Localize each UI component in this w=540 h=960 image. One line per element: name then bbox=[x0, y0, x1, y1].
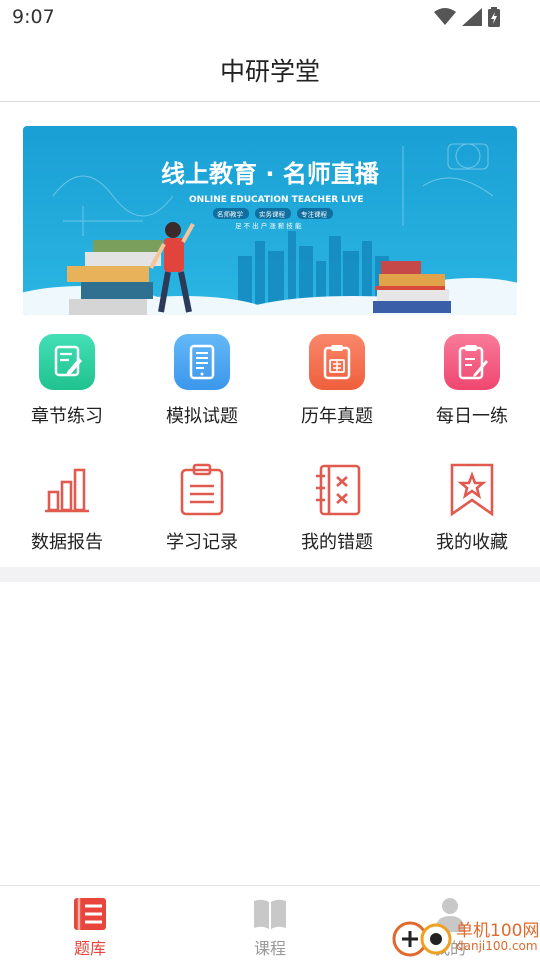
feature-label: 我的收藏 bbox=[436, 532, 508, 553]
section-divider bbox=[0, 567, 540, 582]
banner-tag: 专注课程 bbox=[301, 210, 328, 219]
promo-banner[interactable]: 线上教育 · 名师直播 ONLINE EDUCATION TEACHER LIV… bbox=[23, 126, 517, 315]
tablet-doc-icon bbox=[174, 334, 230, 390]
status-time: 9:07 bbox=[12, 6, 55, 28]
title-bar: 中研学堂 bbox=[0, 36, 540, 102]
banner-headline: 线上教育 · 名师直播 bbox=[161, 160, 380, 188]
clipboard-zhen-icon bbox=[309, 334, 365, 390]
feature-label: 模拟试题 bbox=[166, 406, 238, 427]
tab-label: 课程 bbox=[253, 939, 286, 958]
feature-study-record[interactable]: 学习记录 bbox=[142, 462, 262, 562]
star-bookmark-icon bbox=[444, 462, 500, 518]
bar-chart-icon bbox=[39, 462, 95, 518]
feature-label: 历年真题 bbox=[301, 406, 373, 427]
watermark-url: danji100.com bbox=[456, 939, 538, 953]
watermark-logo-icon bbox=[392, 921, 452, 957]
banner-tags: 名师教学 实务课程 专注课程 bbox=[213, 208, 333, 219]
feature-label: 我的错题 bbox=[301, 532, 373, 553]
feature-wrong-questions[interactable]: 我的错题 bbox=[277, 462, 397, 562]
battery-icon bbox=[488, 7, 500, 27]
status-icons bbox=[434, 7, 500, 27]
banner-subtitle: ONLINE EDUCATION TEACHER LIVE bbox=[189, 195, 363, 205]
feature-label: 章节练习 bbox=[31, 406, 103, 427]
open-book-icon bbox=[251, 895, 289, 933]
feature-label: 学习记录 bbox=[166, 532, 238, 553]
pencil-note-icon bbox=[39, 334, 95, 390]
feature-label: 每日一练 bbox=[436, 406, 508, 427]
feature-chapter-practice[interactable]: 章节练习 bbox=[7, 334, 127, 434]
watermark-text: 单机100网 bbox=[456, 921, 540, 941]
feature-daily-practice[interactable]: 每日一练 bbox=[412, 334, 532, 434]
question-bank-icon bbox=[71, 895, 109, 933]
wifi-icon bbox=[434, 8, 456, 25]
feature-data-report[interactable]: 数据报告 bbox=[7, 462, 127, 562]
watermark: 单机100网 danji100.com bbox=[392, 913, 540, 960]
tab-label: 题库 bbox=[73, 939, 106, 958]
banner-tag: 名师教学 bbox=[217, 210, 244, 219]
feature-label: 数据报告 bbox=[31, 532, 103, 553]
feature-favorites[interactable]: 我的收藏 bbox=[412, 462, 532, 562]
edit-doc-icon bbox=[444, 334, 500, 390]
banner-tagline: 足 不 出 户 涨 薪 技 能 bbox=[235, 221, 302, 230]
page-title: 中研学堂 bbox=[219, 57, 320, 86]
banner-tag: 实务课程 bbox=[259, 210, 286, 219]
clipboard-list-icon bbox=[174, 462, 230, 518]
feature-row-primary: 章节练习 模拟试题 历年真题 每日一练 bbox=[0, 334, 540, 434]
feature-past-papers[interactable]: 历年真题 bbox=[277, 334, 397, 434]
tab-question-bank[interactable]: 题库 bbox=[0, 886, 180, 960]
status-bar: 9:07 bbox=[0, 0, 540, 36]
feature-mock-exam[interactable]: 模拟试题 bbox=[142, 334, 262, 434]
banner-illustration: 线上教育 · 名师直播 ONLINE EDUCATION TEACHER LIV… bbox=[23, 126, 517, 315]
signal-icon bbox=[462, 8, 482, 26]
feature-row-secondary: 数据报告 学习记录 我的错题 我的收藏 bbox=[0, 462, 540, 562]
tab-courses[interactable]: 课程 bbox=[180, 886, 360, 960]
wrong-notebook-icon bbox=[309, 462, 365, 518]
